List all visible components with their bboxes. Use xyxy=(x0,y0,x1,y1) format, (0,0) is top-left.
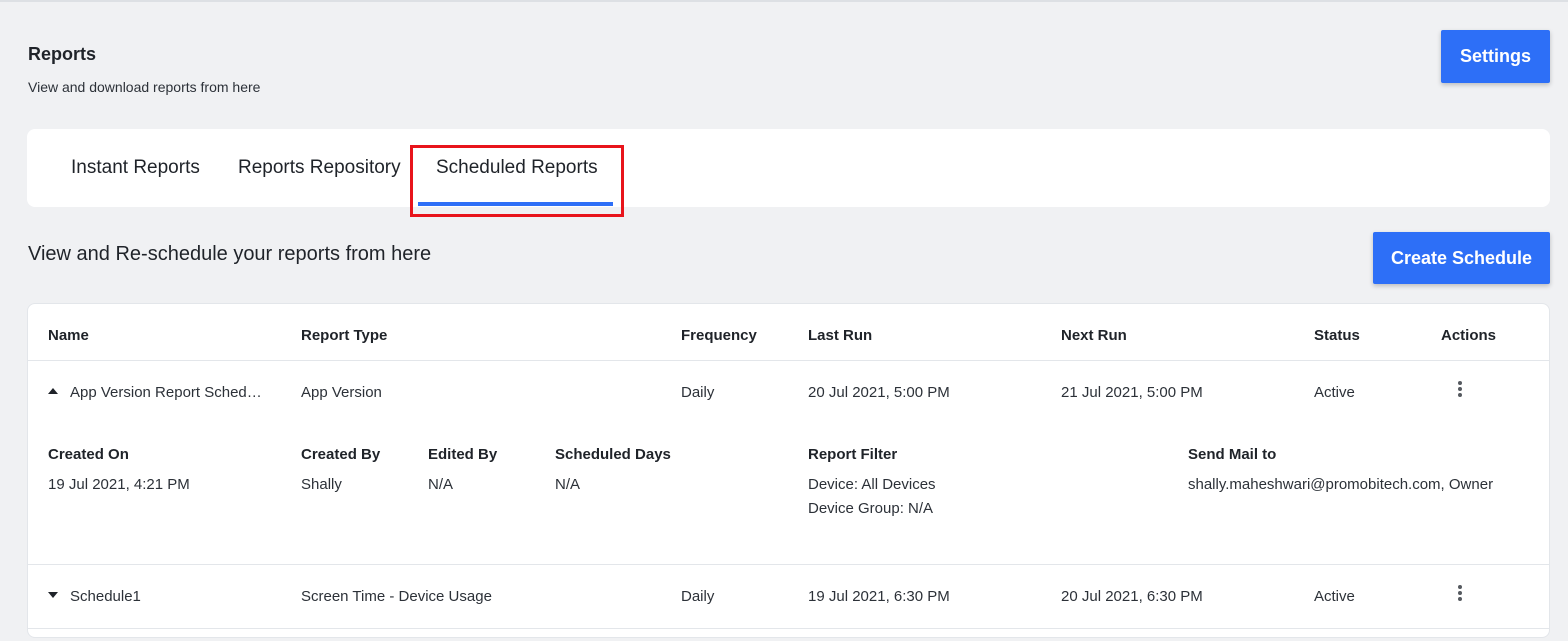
detail-send-mail: shally.maheshwari@promobitech.com, Owner xyxy=(1188,476,1494,493)
caret-up-icon[interactable] xyxy=(48,388,58,395)
column-header-frequency: Frequency xyxy=(681,327,757,344)
detail-filter-device: Device: All Devices xyxy=(808,476,936,493)
page-title: Reports xyxy=(28,44,97,64)
row-name-text: App Version Report Sched… xyxy=(70,384,262,401)
detail-filter-group: Device Group: N/A xyxy=(808,500,934,517)
kebab-menu-icon[interactable] xyxy=(1455,585,1465,605)
table-row-status: Active xyxy=(1314,384,1355,401)
table-row-name: App Version Report Sched… xyxy=(48,384,262,401)
row-divider xyxy=(28,564,1549,565)
tab-bar: Instant Reports Reports Repository Sched… xyxy=(27,129,1550,207)
detail-created-by: Shally xyxy=(301,476,342,493)
table-row-report-type: App Version xyxy=(301,384,382,401)
column-header-next-run: Next Run xyxy=(1061,327,1127,344)
table-row-next-run: 20 Jul 2021, 6:30 PM xyxy=(1061,588,1203,605)
detail-label-send-mail: Send Mail to xyxy=(1188,446,1277,463)
table-row-name: Schedule1 xyxy=(48,588,141,605)
detail-label-scheduled-days: Scheduled Days xyxy=(555,446,671,463)
schedules-table: Name Report Type Frequency Last Run Next… xyxy=(27,303,1550,638)
tab-instant-reports[interactable]: Instant Reports xyxy=(71,157,200,179)
detail-label-edited-by: Edited By xyxy=(428,446,498,463)
detail-edited-by: N/A xyxy=(428,476,454,493)
highlight-annotation xyxy=(410,145,624,217)
caret-down-icon[interactable] xyxy=(48,592,58,599)
column-header-status: Status xyxy=(1314,327,1360,344)
column-header-name: Name xyxy=(48,327,89,344)
table-row-last-run: 20 Jul 2021, 5:00 PM xyxy=(808,384,950,401)
row-divider xyxy=(28,628,1549,629)
column-header-last-run: Last Run xyxy=(808,327,873,344)
header-divider xyxy=(28,360,1549,361)
row-name-text: Schedule1 xyxy=(70,588,141,605)
table-row-frequency: Daily xyxy=(681,588,715,605)
table-row-status: Active xyxy=(1314,588,1355,605)
column-header-actions: Actions xyxy=(1441,327,1497,344)
page-subtitle: View and download reports from here xyxy=(28,79,261,95)
tab-reports-repository[interactable]: Reports Repository xyxy=(238,157,401,179)
detail-label-created-by: Created By xyxy=(301,446,381,463)
table-row-report-type: Screen Time - Device Usage xyxy=(301,588,492,605)
kebab-menu-icon[interactable] xyxy=(1455,381,1465,401)
detail-created-on: 19 Jul 2021, 4:21 PM xyxy=(48,476,190,493)
table-row-frequency: Daily xyxy=(681,384,715,401)
column-header-report-type: Report Type xyxy=(301,327,388,344)
detail-label-report-filter: Report Filter xyxy=(808,446,898,463)
create-schedule-button[interactable]: Create Schedule xyxy=(1373,232,1550,284)
detail-scheduled-days: N/A xyxy=(555,476,581,493)
top-border xyxy=(0,0,1568,2)
settings-button[interactable]: Settings xyxy=(1441,30,1550,83)
table-row-next-run: 21 Jul 2021, 5:00 PM xyxy=(1061,384,1203,401)
section-title: View and Re-schedule your reports from h… xyxy=(28,243,432,265)
table-row-last-run: 19 Jul 2021, 6:30 PM xyxy=(808,588,950,605)
detail-label-created-on: Created On xyxy=(48,446,129,463)
